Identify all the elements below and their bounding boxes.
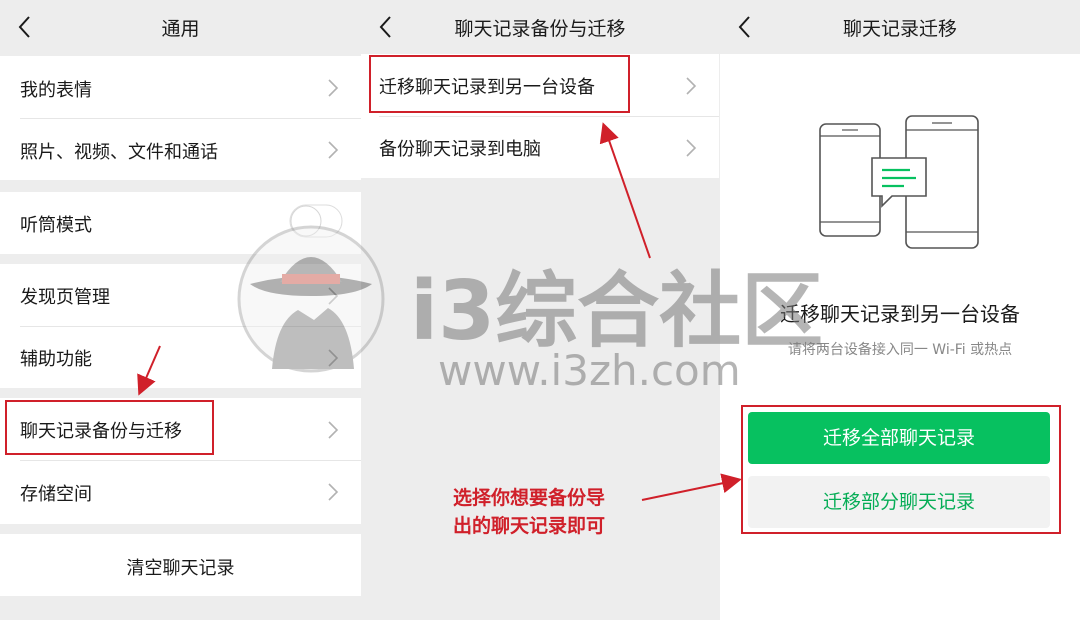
highlight-box <box>741 405 1061 534</box>
settings-item-stickers[interactable]: 我的表情 <box>0 56 361 120</box>
settings-group-2: 听筒模式 <box>0 192 361 254</box>
page-title: 聊天记录备份与迁移 <box>454 18 626 40</box>
general-settings-panel: 通用 我的表情 照片、视频、文件和通话 听筒模式 发现页管理 辅助功能 聊天记录… <box>0 0 361 620</box>
settings-item-storage[interactable]: 存储空间 <box>0 460 361 524</box>
settings-item-earpiece-mode[interactable]: 听筒模式 <box>0 192 361 256</box>
settings-item-label: 发现页管理 <box>20 287 110 308</box>
clear-chat-history-button[interactable]: 清空聊天记录 <box>0 554 361 580</box>
settings-item-accessibility[interactable]: 辅助功能 <box>0 326 361 390</box>
settings-group-3: 发现页管理 辅助功能 <box>0 264 361 388</box>
toggle-switch[interactable] <box>289 204 343 238</box>
settings-item-label: 存储空间 <box>20 484 92 505</box>
clear-history-group: 清空聊天记录 <box>0 534 361 596</box>
nav-bar: 聊天记录迁移 <box>720 0 1080 54</box>
settings-item-label: 我的表情 <box>20 80 92 101</box>
nav-bar: 聊天记录备份与迁移 <box>361 0 719 54</box>
settings-group-1: 我的表情 照片、视频、文件和通话 <box>0 56 361 180</box>
chevron-right-icon <box>686 139 697 157</box>
settings-item-label: 备份聊天记录到电脑 <box>379 139 541 160</box>
chevron-right-icon <box>328 141 339 159</box>
settings-item-label: 听筒模式 <box>20 215 92 236</box>
page-title: 聊天记录迁移 <box>842 18 957 40</box>
highlight-box <box>369 55 630 113</box>
chevron-right-icon <box>328 79 339 97</box>
backup-to-computer-item[interactable]: 备份聊天记录到电脑 <box>361 116 719 180</box>
settings-item-media[interactable]: 照片、视频、文件和通话 <box>0 118 361 182</box>
chevron-right-icon <box>328 287 339 305</box>
chevron-right-icon <box>686 77 697 95</box>
two-phones-transfer-icon <box>819 115 979 249</box>
chevron-right-icon <box>328 483 339 501</box>
annotation-note: 选择你想要备份导 出的聊天记录即可 <box>453 484 605 540</box>
chevron-right-icon <box>328 421 339 439</box>
watermark-url: www.i3zh.com <box>438 346 741 395</box>
highlight-box <box>5 400 214 455</box>
annotation-line-2: 出的聊天记录即可 <box>453 515 606 537</box>
page-title: 通用 <box>161 18 200 40</box>
nav-bar: 通用 <box>0 0 361 54</box>
chevron-right-icon <box>328 349 339 367</box>
settings-item-discover[interactable]: 发现页管理 <box>0 264 361 328</box>
settings-item-label: 照片、视频、文件和通话 <box>20 142 218 163</box>
settings-item-label: 辅助功能 <box>20 349 92 370</box>
annotation-line-1: 选择你想要备份导 <box>453 487 606 509</box>
